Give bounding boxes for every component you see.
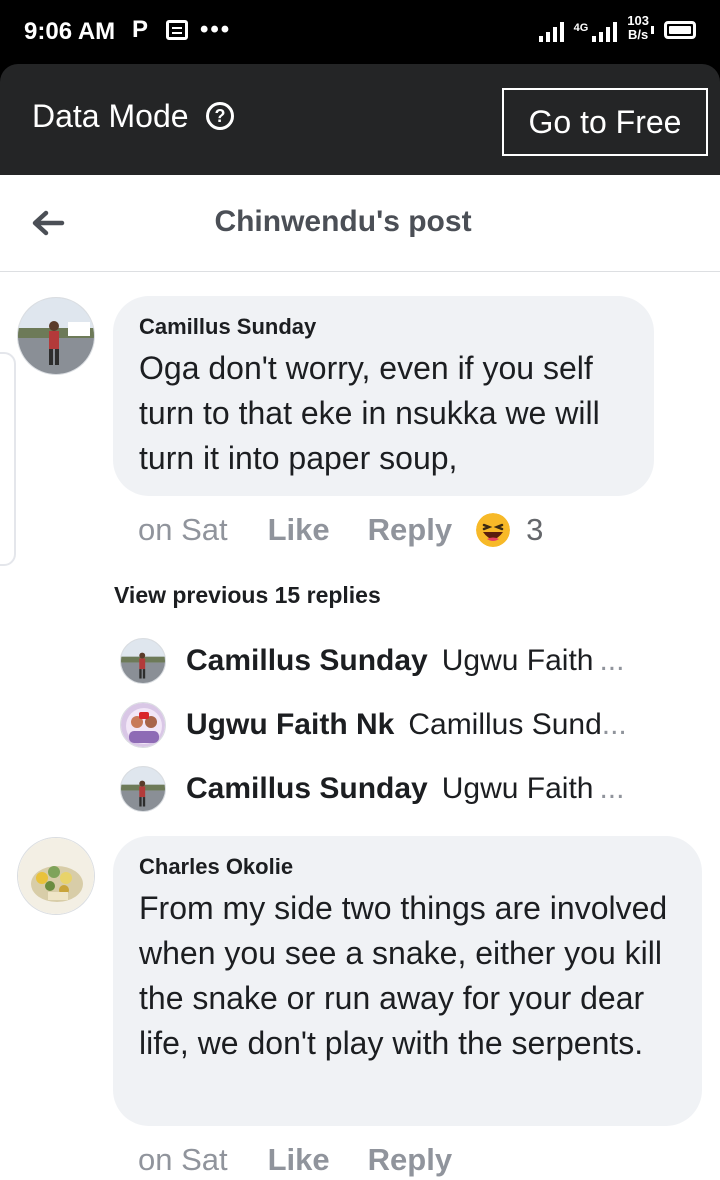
battery-cap-icon: [651, 26, 654, 34]
reply-item[interactable]: Camillus Sunday Ugwu Faith ...: [120, 765, 680, 813]
reaction-count[interactable]: 3: [526, 512, 543, 548]
side-panel-edge: [0, 352, 16, 566]
reply-author[interactable]: Camillus Sunday: [186, 772, 428, 806]
help-icon[interactable]: ?: [206, 102, 234, 130]
comment-author[interactable]: Charles Okolie: [139, 854, 676, 880]
signal-icon: [538, 18, 564, 42]
avatar: [120, 638, 166, 684]
truncation-ellipsis: ...: [599, 644, 625, 677]
network-type: 4G: [573, 22, 589, 34]
avatar: [120, 702, 166, 748]
like-button[interactable]: Like: [268, 512, 330, 548]
notification-icons: P •••: [132, 18, 231, 42]
more-notifications-icon: •••: [200, 16, 232, 43]
truncation-ellipsis: ...: [599, 772, 625, 805]
reply-preview: Camillus Sund: [408, 708, 602, 741]
reply-author[interactable]: Ugwu Faith Nk: [186, 708, 394, 742]
truncation-ellipsis: ...: [601, 708, 627, 741]
reply-item[interactable]: Camillus Sunday Ugwu Faith ...: [120, 637, 680, 685]
data-mode-label: Data Mode: [32, 98, 189, 134]
reply-preview: Ugwu Faith: [441, 644, 594, 677]
battery-icon: [664, 21, 696, 39]
message-icon: [166, 20, 188, 40]
speed-value: 103: [627, 13, 649, 28]
reply-preview: Ugwu Faith: [441, 772, 594, 805]
status-right: 4G 103 B/s: [538, 14, 696, 42]
avatar[interactable]: [17, 297, 95, 375]
status-bar: 9:06 AM P ••• 4G 103 B/s: [0, 0, 720, 64]
avatar-photo: [121, 703, 165, 747]
reply-author[interactable]: Camillus Sunday: [186, 644, 428, 678]
status-time: 9:06 AM: [24, 18, 116, 45]
avatar-photo: [121, 639, 165, 683]
speed-unit: B/s: [628, 27, 649, 42]
reply-item[interactable]: Ugwu Faith Nk Camillus Sund ...: [120, 701, 680, 749]
comment-text: From my side two things are involved whe…: [139, 890, 668, 1061]
signal-icon-2: [592, 18, 618, 42]
comment-time: on Sat: [138, 512, 228, 547]
post-header: Chinwendu's post: [0, 175, 720, 272]
page-title: Chinwendu's post: [214, 205, 472, 238]
haha-emoji-icon[interactable]: [476, 513, 511, 547]
comment-actions: on Sat Like Reply: [138, 1142, 452, 1178]
view-previous-replies-link[interactable]: View previous 15 replies: [114, 582, 381, 609]
go-to-free-button[interactable]: Go to Free: [502, 88, 708, 156]
comment-author[interactable]: Camillus Sunday: [139, 314, 628, 340]
avatar-photo: [121, 767, 165, 811]
comment-bubble[interactable]: Charles Okolie From my side two things a…: [113, 836, 702, 1126]
reply-button[interactable]: Reply: [368, 512, 452, 548]
p-app-icon: P: [132, 16, 149, 43]
like-button[interactable]: Like: [268, 1142, 330, 1178]
comment-text: Oga don't worry, even if you self turn t…: [139, 350, 600, 476]
avatar[interactable]: [17, 837, 95, 915]
comment-actions: on Sat Like Reply 3: [138, 512, 543, 548]
data-mode-bar: Data Mode ? Go to Free: [0, 64, 720, 175]
avatar: [120, 766, 166, 812]
data-mode-panel: Data Mode ? Go to Free: [0, 64, 720, 175]
avatar-photo: [18, 298, 94, 374]
comment-time: on Sat: [138, 1142, 228, 1177]
reply-button[interactable]: Reply: [368, 1142, 452, 1178]
comment-bubble[interactable]: Camillus Sunday Oga don't worry, even if…: [113, 296, 654, 496]
avatar-photo: [18, 838, 94, 914]
network-speed: 103 B/s: [627, 14, 649, 42]
